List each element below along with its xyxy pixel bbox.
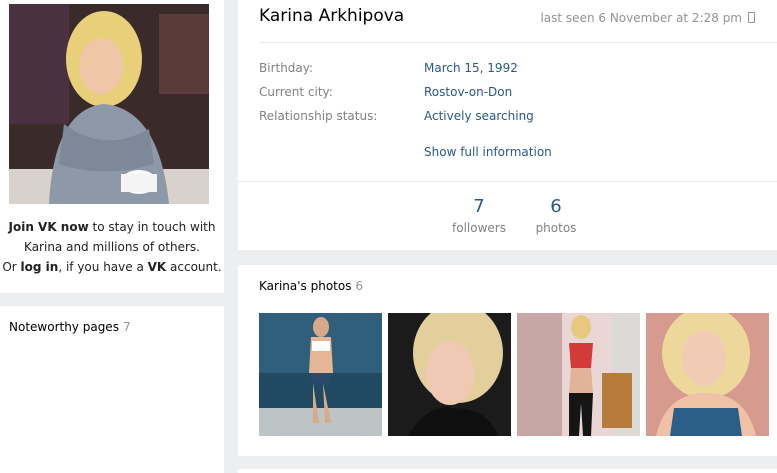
profile-name: Karina Arkhipova [259, 6, 405, 26]
join-line2-text: Karina and millions of others. [24, 240, 200, 254]
relationship-status-value[interactable]: Actively searching [424, 109, 534, 123]
next-card-edge [238, 469, 777, 473]
last-seen-status: last seen 6 November at 2:28 pm [540, 11, 755, 25]
followers-stat[interactable]: 7 followers [448, 196, 510, 235]
profile-info-card: Karina Arkhipova last seen 6 November at… [238, 0, 777, 250]
account-text: account. [166, 260, 222, 274]
header-divider [259, 42, 777, 43]
stats-divider [238, 181, 777, 182]
photo-thumbnail[interactable] [388, 313, 511, 436]
vk-text: VK [147, 260, 167, 274]
birthday-value[interactable]: March 15, 1992 [424, 61, 518, 75]
photo-thumbnail[interactable] [259, 313, 382, 436]
or-text: Or [2, 260, 21, 274]
photos-card: Karina's photos 6 [238, 265, 777, 456]
birthday-label: Birthday: [259, 61, 314, 75]
log-in-link[interactable]: log in [21, 260, 59, 274]
followers-count: 7 [473, 196, 485, 217]
mobile-phone-icon [748, 12, 755, 23]
current-city-label: Current city: [259, 85, 333, 99]
noteworthy-count: 7 [122, 320, 131, 334]
show-full-information-link[interactable]: Show full information [424, 145, 552, 159]
followers-label: followers [452, 221, 506, 235]
photos-count: 6 [550, 196, 562, 217]
photos-title: Karina's photos [259, 279, 352, 293]
photos-header-count: 6 [355, 279, 364, 293]
profile-avatar-photo[interactable] [9, 4, 209, 204]
last-seen-text: last seen 6 November at 2:28 pm [540, 11, 742, 25]
mid-text: , if you have a [58, 260, 148, 274]
photo-thumbnail[interactable] [646, 313, 769, 436]
left-profile-card: Join VK now to stay in touch with Karina… [0, 0, 224, 293]
relationship-status-label: Relationship status: [259, 109, 378, 123]
noteworthy-pages-header[interactable]: Noteworthy pages 7 [9, 320, 131, 334]
photos-header[interactable]: Karina's photos 6 [259, 279, 363, 293]
join-line1-text: to stay in touch with [88, 220, 216, 234]
photo-thumbnail[interactable] [517, 313, 640, 436]
photos-label: photos [535, 221, 577, 235]
noteworthy-title: Noteworthy pages [9, 320, 119, 334]
join-prompt: Join VK now to stay in touch with Karina… [0, 217, 224, 277]
photos-stat[interactable]: 6 photos [530, 196, 582, 235]
join-vk-link[interactable]: Join VK now [9, 220, 89, 234]
noteworthy-pages-card: Noteworthy pages 7 [0, 306, 224, 473]
current-city-value[interactable]: Rostov-on-Don [424, 85, 512, 99]
